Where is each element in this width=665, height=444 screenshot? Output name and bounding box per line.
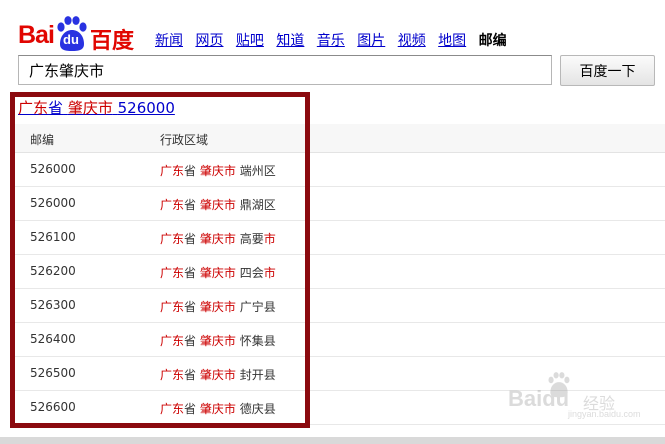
title-city-match: 肇庆市 [67, 99, 113, 117]
row-region: 广东省 肇庆市 怀集县 [160, 334, 276, 348]
row-postcode: 526100 [30, 230, 76, 244]
row-region: 广东省 肇庆市 德庆县 [160, 402, 276, 416]
watermark-url: jingyan.baidu.com [568, 409, 641, 419]
row-postcode: 526500 [30, 366, 76, 380]
top-nav: 新闻 网页 贴吧 知道 音乐 图片 视频 地图 邮编 [155, 30, 515, 50]
row-postcode: 526300 [30, 298, 76, 312]
table-row: 526000 广东省 肇庆市 端州区 [15, 153, 665, 187]
baidu-jingyan-watermark: Baidu 经验 jingyan.baidu.com [508, 372, 643, 422]
row-postcode: 526400 [30, 332, 76, 346]
nav-zhidao[interactable]: 知道 [276, 33, 304, 49]
title-province-match: 广东 [18, 99, 49, 117]
bottom-bar [0, 437, 665, 444]
nav-news[interactable]: 新闻 [155, 33, 183, 49]
nav-tieba[interactable]: 贴吧 [236, 33, 264, 49]
row-region: 广东省 肇庆市 高要市 [160, 232, 276, 246]
nav-web[interactable]: 网页 [195, 33, 223, 49]
row-region: 广东省 肇庆市 四会市 [160, 266, 276, 280]
nav-video[interactable]: 视频 [398, 33, 426, 49]
table-row: 526100 广东省 肇庆市 高要市 [15, 221, 665, 255]
title-province-suffix: 省 [48, 99, 64, 117]
row-region: 广东省 肇庆市 鼎湖区 [160, 198, 276, 212]
result-title-link[interactable]: 广东省 肇庆市 526000 [18, 97, 175, 118]
table-row: 526200 广东省 肇庆市 四会市 [15, 255, 665, 289]
row-postcode: 526000 [30, 162, 76, 176]
logo-bai-text: Bai [18, 21, 55, 49]
search-input[interactable] [18, 55, 552, 85]
search-button[interactable]: 百度一下 [560, 55, 655, 86]
baidu-logo[interactable]: Bai du 百度 [18, 8, 138, 54]
row-region: 广东省 肇庆市 端州区 [160, 164, 276, 178]
row-region: 广东省 肇庆市 封开县 [160, 368, 276, 382]
table-header: 邮编 行政区域 [15, 124, 665, 153]
nav-images[interactable]: 图片 [357, 33, 385, 49]
header-postcode: 邮编 [30, 133, 55, 147]
row-postcode: 526000 [30, 196, 76, 210]
nav-music[interactable]: 音乐 [317, 33, 345, 49]
row-postcode: 526600 [30, 400, 76, 414]
row-postcode: 526200 [30, 264, 76, 278]
title-postcode: 526000 [117, 99, 175, 117]
watermark-brand: Baidu [508, 386, 570, 411]
row-region: 广东省 肇庆市 广宁县 [160, 300, 276, 314]
table-row: 526400 广东省 肇庆市 怀集县 [15, 323, 665, 357]
logo-chinese-text: 百度 [90, 29, 135, 54]
table-row: 526300 广东省 肇庆市 广宁县 [15, 289, 665, 323]
header-region: 行政区域 [160, 133, 209, 147]
nav-map[interactable]: 地图 [438, 33, 466, 49]
table-row: 526000 广东省 肇庆市 鼎湖区 [15, 187, 665, 221]
logo-du-text: du [63, 32, 79, 47]
nav-postcode-active: 邮编 [478, 33, 507, 49]
